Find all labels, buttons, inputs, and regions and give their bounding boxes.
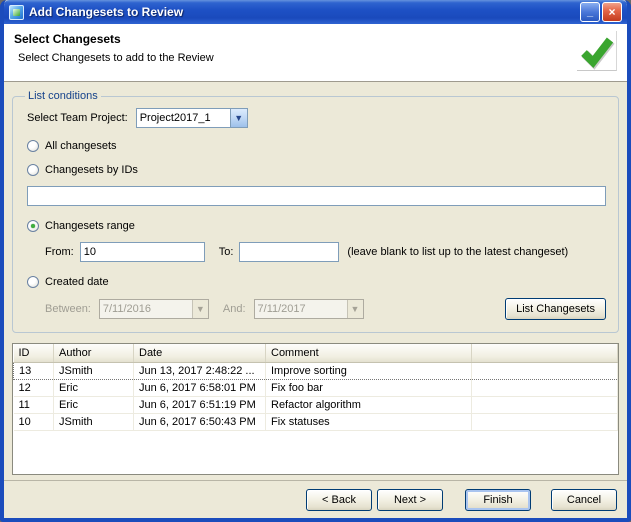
and-date-picker: 7/11/2017 ▼: [253, 299, 364, 319]
cell-date: Jun 6, 2017 6:58:01 PM: [133, 379, 266, 397]
cell-author: Eric: [53, 396, 134, 414]
cell-author: JSmith: [53, 361, 134, 380]
team-project-label: Select Team Project:: [27, 112, 128, 124]
cell-empty: [471, 396, 618, 414]
list-button-wrap: List Changesets: [505, 298, 606, 320]
between-label: Between:: [45, 303, 91, 315]
radio-range-label: Changesets range: [45, 220, 135, 232]
list-conditions-group: List conditions Select Team Project: Pro…: [12, 90, 619, 333]
cell-author: Eric: [53, 379, 134, 397]
page-title: Select Changesets: [14, 32, 121, 46]
and-label: And:: [222, 303, 246, 315]
chevron-down-icon[interactable]: ▼: [229, 109, 247, 127]
table-header-row: ID Author Date Comment: [13, 344, 618, 363]
minimize-button[interactable]: _: [580, 2, 600, 22]
radio-changesets-by-ids[interactable]: Changesets by IDs: [27, 162, 606, 178]
team-project-combobox[interactable]: Project2017_1 ▼: [135, 108, 248, 128]
cancel-button[interactable]: Cancel: [551, 488, 617, 511]
close-button[interactable]: ×: [602, 2, 622, 22]
dialog-body: List conditions Select Team Project: Pro…: [4, 82, 627, 480]
wizard-header: Select Changesets Select Changesets to a…: [4, 24, 627, 82]
column-header-date[interactable]: Date: [133, 344, 266, 363]
range-input-row: From: To: (leave blank to list up to the…: [45, 242, 606, 262]
window-title: Add Changesets to Review: [29, 5, 184, 19]
cell-empty: [471, 379, 618, 397]
cell-date: Jun 6, 2017 6:51:19 PM: [133, 396, 266, 414]
range-hint: (leave blank to list up to the latest ch…: [347, 246, 569, 258]
next-button[interactable]: Next >: [377, 488, 443, 511]
cell-comment: Fix statuses: [265, 413, 472, 431]
radio-changesets-range[interactable]: Changesets range: [27, 218, 606, 234]
cell-id: 13: [13, 361, 54, 380]
page-subtitle: Select Changesets to add to the Review: [18, 52, 214, 64]
cell-comment: Fix foo bar: [265, 379, 472, 397]
and-date-value: 7/11/2017: [257, 303, 306, 315]
titlebar[interactable]: Add Changesets to Review _ ×: [4, 0, 627, 24]
radio-all-changesets[interactable]: All changesets: [27, 138, 606, 154]
cell-id: 11: [13, 396, 54, 414]
between-date-value: 7/11/2016: [102, 303, 151, 315]
finish-button[interactable]: Finish: [465, 488, 531, 511]
radio-created-date[interactable]: Created date: [27, 274, 606, 290]
radio-icon: [27, 276, 39, 288]
cell-empty: [471, 361, 618, 380]
column-header-author[interactable]: Author: [53, 344, 134, 363]
column-header-id[interactable]: ID: [13, 344, 54, 363]
green-checkmark-icon: [577, 31, 617, 71]
cell-id: 10: [13, 413, 54, 431]
radio-icon: [27, 164, 39, 176]
table-row[interactable]: 12 Eric Jun 6, 2017 6:58:01 PM Fix foo b…: [13, 379, 618, 397]
cell-id: 12: [13, 379, 54, 397]
cell-comment: Improve sorting: [265, 361, 472, 380]
chevron-down-icon: ▼: [346, 300, 363, 318]
date-range-row: Between: 7/11/2016 ▼ And: 7/11/2017 ▼ Li…: [45, 298, 606, 320]
radio-ids-label: Changesets by IDs: [45, 164, 138, 176]
table-row[interactable]: 10 JSmith Jun 6, 2017 6:50:43 PM Fix sta…: [13, 413, 618, 431]
chevron-down-icon: ▼: [191, 300, 208, 318]
back-button[interactable]: < Back: [306, 488, 372, 511]
radio-created-label: Created date: [45, 276, 109, 288]
dialog-window: Add Changesets to Review _ × Select Chan…: [0, 0, 631, 522]
cell-author: JSmith: [53, 413, 134, 431]
team-project-value: Project2017_1: [139, 112, 211, 124]
titlebar-buttons: _ ×: [580, 2, 622, 22]
window-icon: [9, 4, 24, 20]
to-label: To:: [218, 246, 234, 258]
cell-empty: [471, 413, 618, 431]
changesets-table: ID Author Date Comment 13 JSmith Jun 13,…: [12, 343, 619, 475]
team-project-row: Select Team Project: Project2017_1 ▼: [27, 108, 606, 128]
ids-input[interactable]: [27, 186, 606, 206]
radio-icon: [27, 140, 39, 152]
column-header-empty[interactable]: [471, 344, 618, 363]
between-date-picker: 7/11/2016 ▼: [98, 299, 209, 319]
cell-date: Jun 13, 2017 2:48:22 ...: [133, 361, 266, 380]
ids-input-row: [27, 186, 606, 206]
column-header-comment[interactable]: Comment: [265, 344, 472, 363]
group-label: List conditions: [28, 90, 98, 102]
button-bar: < Back Next > Finish Cancel: [4, 480, 627, 518]
from-label: From:: [45, 246, 74, 258]
cell-date: Jun 6, 2017 6:50:43 PM: [133, 413, 266, 431]
cell-comment: Refactor algorithm: [265, 396, 472, 414]
radio-selected-icon: [27, 220, 39, 232]
from-input[interactable]: [79, 242, 205, 262]
list-changesets-button[interactable]: List Changesets: [505, 298, 606, 320]
radio-all-label: All changesets: [45, 140, 117, 152]
to-input[interactable]: [239, 242, 340, 262]
table-row[interactable]: 13 JSmith Jun 13, 2017 2:48:22 ... Impro…: [13, 361, 618, 380]
table-row[interactable]: 11 Eric Jun 6, 2017 6:51:19 PM Refactor …: [13, 396, 618, 414]
